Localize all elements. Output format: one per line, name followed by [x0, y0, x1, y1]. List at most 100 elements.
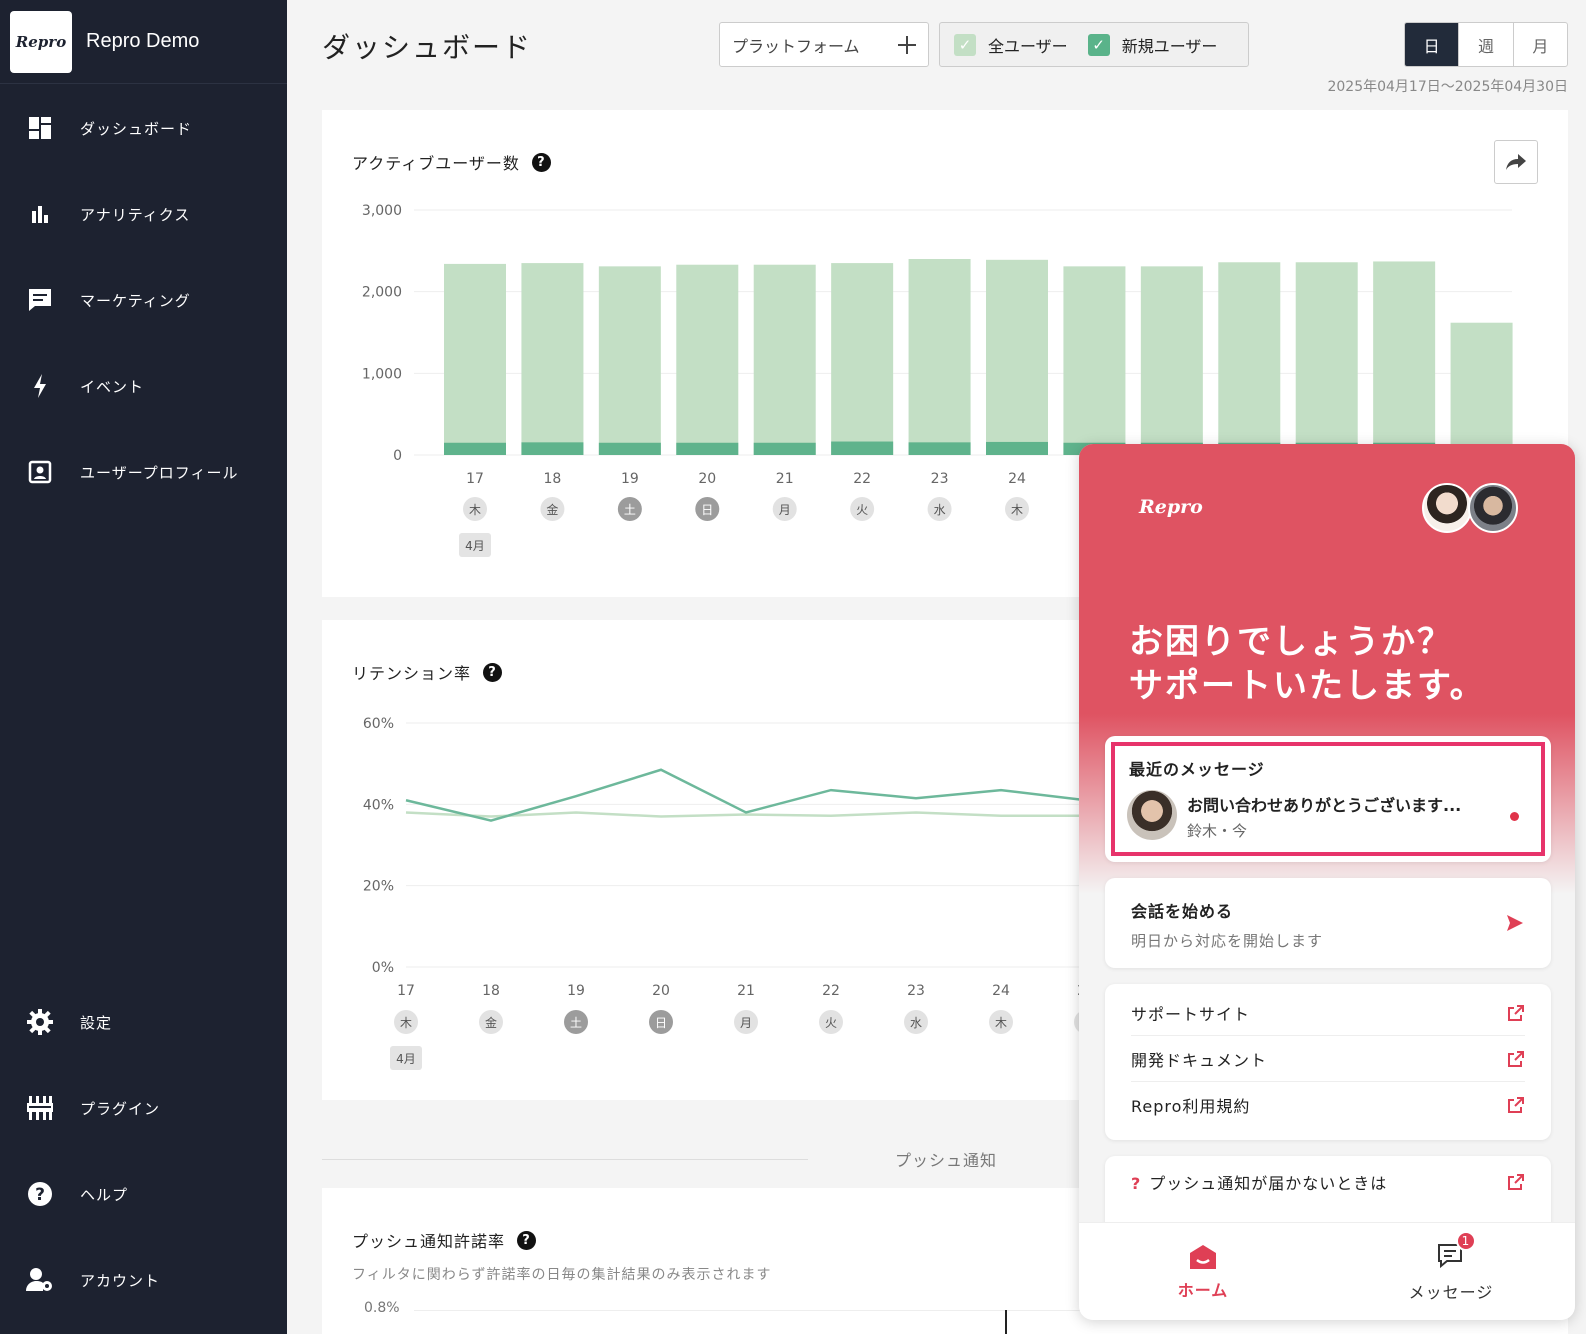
- link-support-site[interactable]: サポートサイト: [1131, 990, 1525, 1036]
- account-icon: [0, 1267, 80, 1293]
- weekday-label: 木: [469, 503, 481, 517]
- bar-all-users: [444, 263, 506, 455]
- sidebar-item-settings[interactable]: 設定: [0, 997, 287, 1047]
- x-tick-label: 21: [737, 983, 755, 999]
- link-dev-docs[interactable]: 開発ドキュメント: [1131, 1036, 1525, 1082]
- question-icon: ?: [1131, 1174, 1142, 1193]
- home-icon: [1190, 1244, 1216, 1269]
- support-widget: Repro お困りでしょうか？ サポートいたします。 最近のメッセージ お問い合…: [1079, 444, 1575, 1320]
- card-title-text: プッシュ通知許諾率: [352, 1232, 506, 1251]
- filter-all-users[interactable]: ✓ 全ユーザー: [954, 33, 1068, 57]
- start-conversation-subtitle: 明日から対応を開始します: [1131, 932, 1324, 950]
- weekday-label: 火: [856, 503, 868, 517]
- push-permission-subtitle: フィルタに関わらず許諾率の日毎の集計結果のみ表示されます: [352, 1267, 772, 1283]
- unread-badge: 1: [1456, 1230, 1476, 1251]
- svg-text:?: ?: [35, 1185, 45, 1205]
- start-conversation-card[interactable]: 会話を始める 明日から対応を開始します: [1105, 878, 1551, 968]
- app-name: Repro Demo: [86, 30, 200, 52]
- link-label: サポートサイト: [1131, 1004, 1251, 1024]
- faq-label: プッシュ通知が届かないときは: [1149, 1174, 1388, 1193]
- recent-message-title: 最近のメッセージ: [1129, 760, 1265, 779]
- y-tick-label: 20%: [363, 879, 394, 895]
- link-terms[interactable]: Repro利用規約: [1131, 1082, 1525, 1128]
- y-tick-label: 0.8%: [364, 1300, 400, 1316]
- weekday-label: 土: [570, 1016, 582, 1030]
- faq-row: ? プッシュ通知が届かないときは: [1131, 1170, 1525, 1194]
- weekday-label: 月: [740, 1016, 752, 1030]
- section-divider: [322, 1159, 808, 1160]
- x-tick-label: 22: [822, 983, 840, 999]
- sidebar-item-user-profile[interactable]: ユーザープロフィール: [0, 447, 287, 497]
- period-day[interactable]: 日: [1405, 23, 1459, 66]
- message-icon: [0, 287, 80, 313]
- sidebar-item-marketing[interactable]: マーケティング: [0, 275, 287, 325]
- sidebar-item-label: ユーザープロフィール: [80, 463, 239, 482]
- avatar: [1422, 483, 1472, 533]
- x-tick-label: 20: [652, 983, 670, 999]
- external-link-icon: [1508, 1174, 1524, 1190]
- send-icon: [1507, 915, 1523, 931]
- sidebar-item-account[interactable]: アカウント: [0, 1255, 287, 1305]
- external-link-icon: [1508, 1050, 1524, 1067]
- platform-filter-button[interactable]: プラットフォーム: [719, 22, 929, 67]
- push-section-label: プッシュ通知: [895, 1151, 998, 1170]
- sidebar-item-label: アナリティクス: [80, 205, 191, 224]
- weekday-label: 木: [400, 1016, 412, 1030]
- dashboard-icon: [0, 116, 80, 140]
- x-tick-label: 17: [397, 983, 415, 999]
- recent-message-card[interactable]: 最近のメッセージ お問い合わせありがとうございます... 鈴木・今: [1105, 736, 1551, 862]
- y-tick-label: 0: [393, 448, 402, 464]
- nav-home[interactable]: ホーム: [1079, 1223, 1327, 1320]
- bar-all-users: [753, 264, 816, 455]
- weekday-label: 木: [995, 1016, 1007, 1030]
- weekday-label: 土: [624, 503, 636, 517]
- bar-chart-icon: [0, 203, 80, 225]
- sidebar-item-dashboard[interactable]: ダッシュボード: [0, 103, 287, 153]
- bar-all-users: [521, 263, 584, 455]
- repro-logo[interactable]: Repro: [10, 10, 72, 73]
- help-icon[interactable]: ?: [517, 1230, 537, 1250]
- bar-all-users: [1218, 262, 1281, 455]
- link-label: Repro利用規約: [1131, 1097, 1251, 1116]
- series-line: [405, 768, 1087, 822]
- bar-all-users: [1450, 322, 1513, 455]
- filter-label: 全ユーザー: [988, 36, 1068, 56]
- widget-bottom-nav: ホーム 1 メッセージ: [1079, 1222, 1575, 1320]
- sidebar-item-help[interactable]: ? ヘルプ: [0, 1169, 287, 1219]
- support-links-card: サポートサイト 開発ドキュメント Repro利用規約: [1105, 984, 1551, 1140]
- period-week[interactable]: 週: [1458, 23, 1512, 66]
- sidebar-item-plugins[interactable]: プラグイン: [0, 1083, 287, 1133]
- help-icon: ?: [0, 1181, 80, 1207]
- sidebar-item-label: プラグイン: [80, 1099, 161, 1118]
- filter-label: 新規ユーザー: [1121, 36, 1218, 56]
- chart-cursor: [1005, 1310, 1007, 1334]
- faq-item: ? プッシュ通知が届かないときは: [1131, 1170, 1387, 1194]
- nav-messages[interactable]: 1 メッセージ: [1327, 1223, 1575, 1320]
- checkbox-all-users[interactable]: ✓: [954, 33, 976, 56]
- x-tick-label: 24: [1008, 471, 1026, 487]
- filter-new-users[interactable]: ✓ 新規ユーザー: [1087, 33, 1218, 57]
- widget-logo: Repro: [1139, 496, 1203, 518]
- date-range: 2025年04月17日〜2025年04月30日: [1327, 79, 1568, 95]
- sidebar-item-analytics[interactable]: アナリティクス: [0, 189, 287, 239]
- checkbox-new-users[interactable]: ✓: [1087, 33, 1110, 56]
- sidebar: Repro Repro Demo ダッシュボード アナリティクス マーケティング…: [0, 0, 287, 1334]
- bar-new-users: [753, 442, 816, 455]
- x-tick-label: 21: [776, 471, 794, 487]
- external-link-icon: [1508, 1097, 1524, 1113]
- widget-heading: お困りでしょうか？ サポートいたします。: [1129, 620, 1486, 708]
- bar-all-users: [908, 259, 971, 455]
- y-tick-label: 40%: [363, 797, 394, 813]
- bar-new-users: [908, 442, 971, 455]
- bar-new-users: [598, 442, 661, 455]
- y-tick-label: 2,000: [362, 285, 402, 301]
- bar-new-users: [676, 442, 739, 455]
- sidebar-item-events[interactable]: イベント: [0, 361, 287, 411]
- lightning-icon: [0, 373, 80, 399]
- bar-all-users: [1373, 261, 1436, 455]
- bar-new-users: [521, 442, 584, 455]
- period-month[interactable]: 月: [1512, 23, 1567, 66]
- sidebar-item-label: ダッシュボード: [80, 119, 193, 138]
- month-label: 4月: [465, 539, 485, 553]
- month-label: 4月: [396, 1052, 416, 1066]
